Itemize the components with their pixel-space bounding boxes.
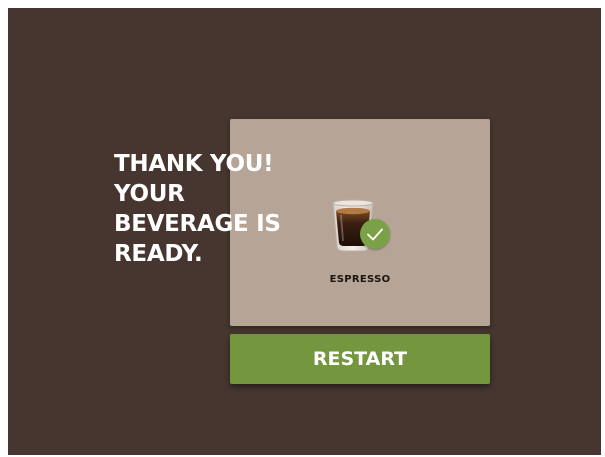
ready-message-line: READY.: [114, 241, 203, 267]
ready-check-icon: [360, 219, 390, 249]
check-icon: [367, 228, 383, 241]
ready-message-line: YOUR: [114, 181, 185, 207]
ready-message-line: BEVERAGE IS: [114, 211, 281, 237]
ready-message: THANK YOU! YOUR BEVERAGE IS READY.: [114, 149, 314, 269]
beverage-ready-screen: ESPRESSO RESTART THANK YOU! YOUR BEVERAG…: [8, 8, 601, 455]
ready-message-line: THANK YOU!: [114, 151, 274, 177]
restart-button[interactable]: RESTART: [230, 334, 490, 384]
beverage-image: [330, 197, 392, 255]
beverage-name: ESPRESSO: [329, 274, 391, 285]
